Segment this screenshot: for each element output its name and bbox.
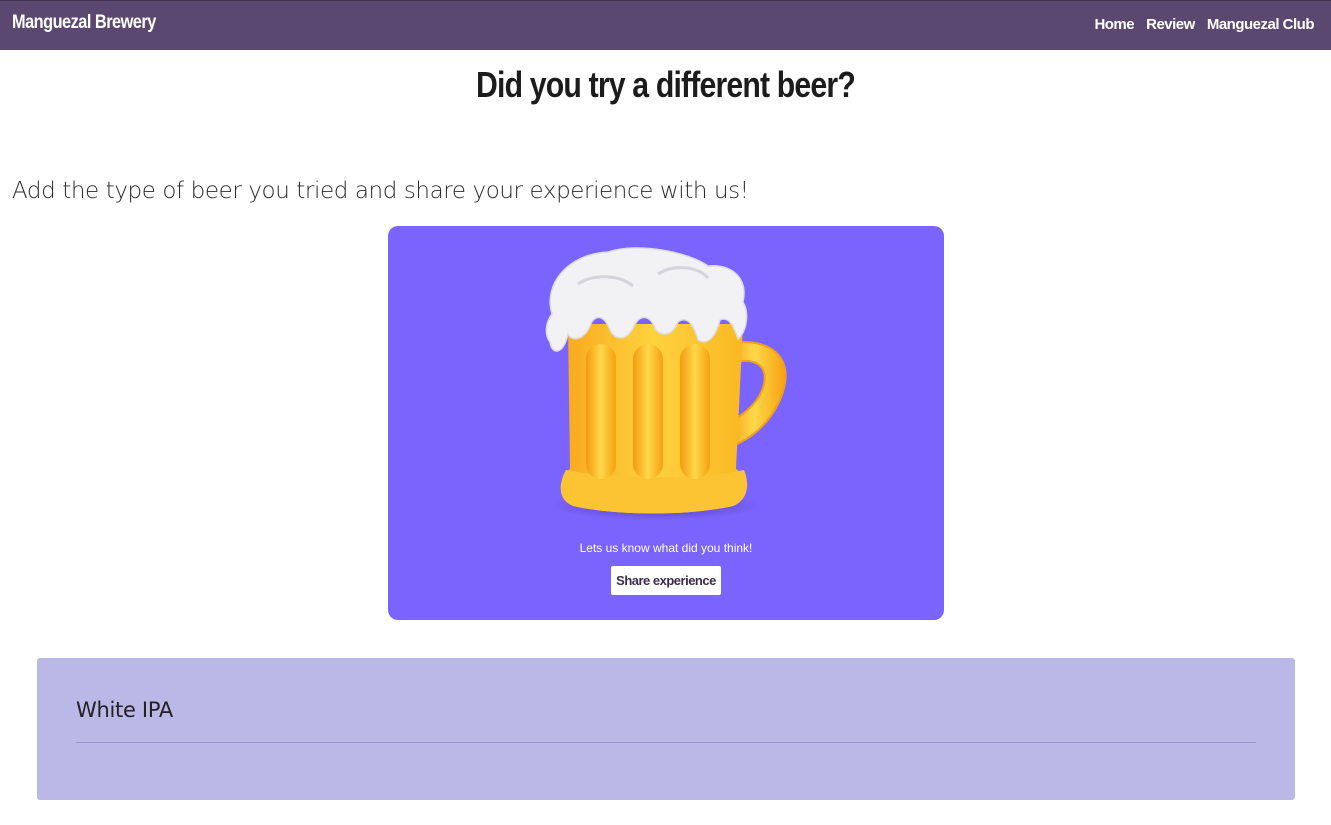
share-experience-button[interactable]: Share experience — [611, 566, 721, 595]
nav-link-manguezal-club[interactable]: Manguezal Club — [1207, 16, 1315, 33]
page-title: Did you try a different beer? — [476, 64, 856, 105]
nav-link-review[interactable]: Review — [1146, 16, 1195, 33]
intro-text: Add the type of beer you tried and share… — [12, 178, 749, 204]
share-experience-card: Lets us know what did you think! Share e… — [388, 226, 944, 620]
navbar: Manguezal Brewery Home Review Manguezal … — [0, 0, 1331, 50]
review-card: White IPA — [37, 658, 1295, 800]
review-title: White IPA — [76, 698, 173, 722]
nav-link-home[interactable]: Home — [1094, 16, 1134, 33]
nav-links: Home Review Manguezal Club — [1094, 16, 1314, 33]
promo-text: Lets us know what did you think! — [579, 541, 753, 555]
review-divider — [76, 742, 1256, 743]
beer-mug-icon — [545, 247, 787, 520]
brand-logo-link[interactable]: Manguezal Brewery — [12, 12, 156, 34]
